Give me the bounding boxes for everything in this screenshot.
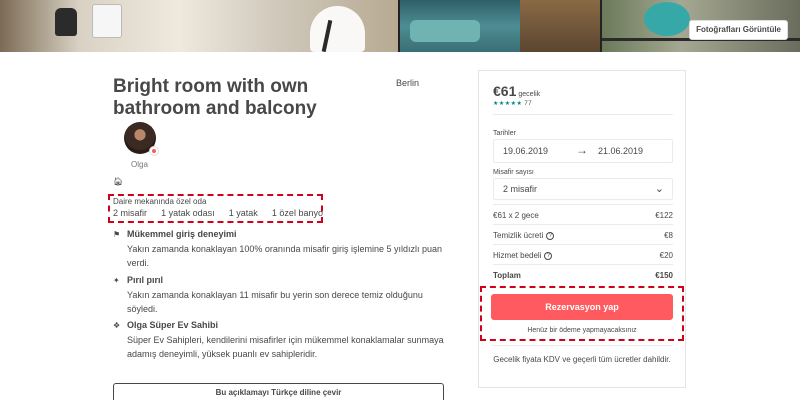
superhost-badge-icon xyxy=(149,146,159,156)
row-label: €61 x 2 gece xyxy=(493,211,539,220)
host-name[interactable]: Olga xyxy=(131,160,148,169)
dates-label: Tarihler xyxy=(493,130,516,137)
date-range-picker[interactable]: 19.06.2019 → 21.06.2019 xyxy=(493,139,673,163)
price-value: €61 xyxy=(493,83,517,99)
star-rating-icon: ★★★★★ xyxy=(493,101,523,107)
listing-photo-kitchen[interactable] xyxy=(0,0,398,52)
price-unit: gecelik xyxy=(518,91,541,98)
info-icon[interactable]: ? xyxy=(544,251,553,260)
room-details: 2 misafir 1 yatak odası 1 yatak 1 özel b… xyxy=(113,208,323,218)
superhost-icon: ❖ xyxy=(113,321,121,330)
row-label: Temizlik ücreti xyxy=(493,231,544,240)
highlight-description: Yakın zamanda konaklayan 100% oranında m… xyxy=(127,244,442,268)
view-photos-button[interactable]: Fotoğrafları Görüntüle xyxy=(689,20,788,40)
home-icon: 🏠︎ xyxy=(113,177,124,186)
arrow-right-icon: → xyxy=(576,143,588,157)
divider xyxy=(493,264,673,265)
row-amount: €20 xyxy=(659,251,673,260)
review-count: 77 xyxy=(524,101,533,107)
highlight-description: Süper Ev Sahipleri, kendilerini misafirl… xyxy=(127,335,444,359)
highlight-title: Olga Süper Ev Sahibi xyxy=(127,320,219,330)
room-type: Daire mekanında özel oda xyxy=(113,197,207,206)
info-icon[interactable]: ? xyxy=(546,231,555,240)
divider xyxy=(493,114,673,115)
check-in-date[interactable]: 19.06.2019 xyxy=(503,146,548,156)
pillow-image xyxy=(410,20,480,42)
coffee-machine-image xyxy=(92,4,122,38)
kettle-image xyxy=(55,8,77,36)
listing-city[interactable]: Berlin xyxy=(396,78,419,88)
bedroom-count: 1 yatak odası xyxy=(161,208,215,218)
reserve-button[interactable]: Rezervasyon yap xyxy=(491,294,673,320)
balcony-chair-image xyxy=(644,2,690,36)
guest-count: 2 misafir xyxy=(113,208,148,218)
vat-note: Gecelik fiyata KDV ve geçerli tüm ücretl… xyxy=(493,355,671,364)
divider xyxy=(492,345,672,346)
divider xyxy=(493,244,673,245)
row-label: Toplam xyxy=(493,271,521,280)
guests-select[interactable]: 2 misafir ⌄ xyxy=(493,178,673,200)
highlight-description: Yakın zamanda konaklayan 11 misafir bu y… xyxy=(127,290,423,314)
shelf-image xyxy=(520,0,600,52)
bathroom-count: 1 özel banyo xyxy=(271,208,323,218)
nightly-price: €61 gecelik xyxy=(493,83,540,99)
medal-icon: ⚑ xyxy=(113,230,121,239)
row-amount: €122 xyxy=(655,211,673,220)
guests-value: 2 misafir xyxy=(503,184,538,194)
chair-image xyxy=(310,6,365,52)
rating[interactable]: ★★★★★ 77 xyxy=(493,100,532,107)
listing-title: Bright room with own bathroom and balcon… xyxy=(113,76,317,119)
photo-strip[interactable]: Fotoğrafları Görüntüle xyxy=(0,0,800,52)
listing-photo-bed[interactable] xyxy=(400,0,600,52)
row-label: Hizmet bedeli xyxy=(493,251,542,260)
divider xyxy=(493,204,673,205)
translate-description-button[interactable]: Bu açıklamayı Türkçe diline çevir xyxy=(113,383,444,400)
guests-label: Misafir sayısı xyxy=(493,169,534,176)
chevron-down-icon: ⌄ xyxy=(654,183,664,195)
no-charge-note: Henüz bir ödeme yapmayacaksınız xyxy=(527,327,637,334)
row-amount: €8 xyxy=(664,231,673,240)
highlight-title: Mükemmel giriş deneyimi xyxy=(127,229,237,239)
highlight-title: Pırıl pırıl xyxy=(127,275,164,285)
divider xyxy=(493,224,673,225)
sparkle-icon: ✦ xyxy=(113,276,120,285)
bed-count: 1 yatak xyxy=(228,208,258,218)
check-out-date[interactable]: 21.06.2019 xyxy=(598,146,643,156)
row-amount: €150 xyxy=(655,271,673,280)
